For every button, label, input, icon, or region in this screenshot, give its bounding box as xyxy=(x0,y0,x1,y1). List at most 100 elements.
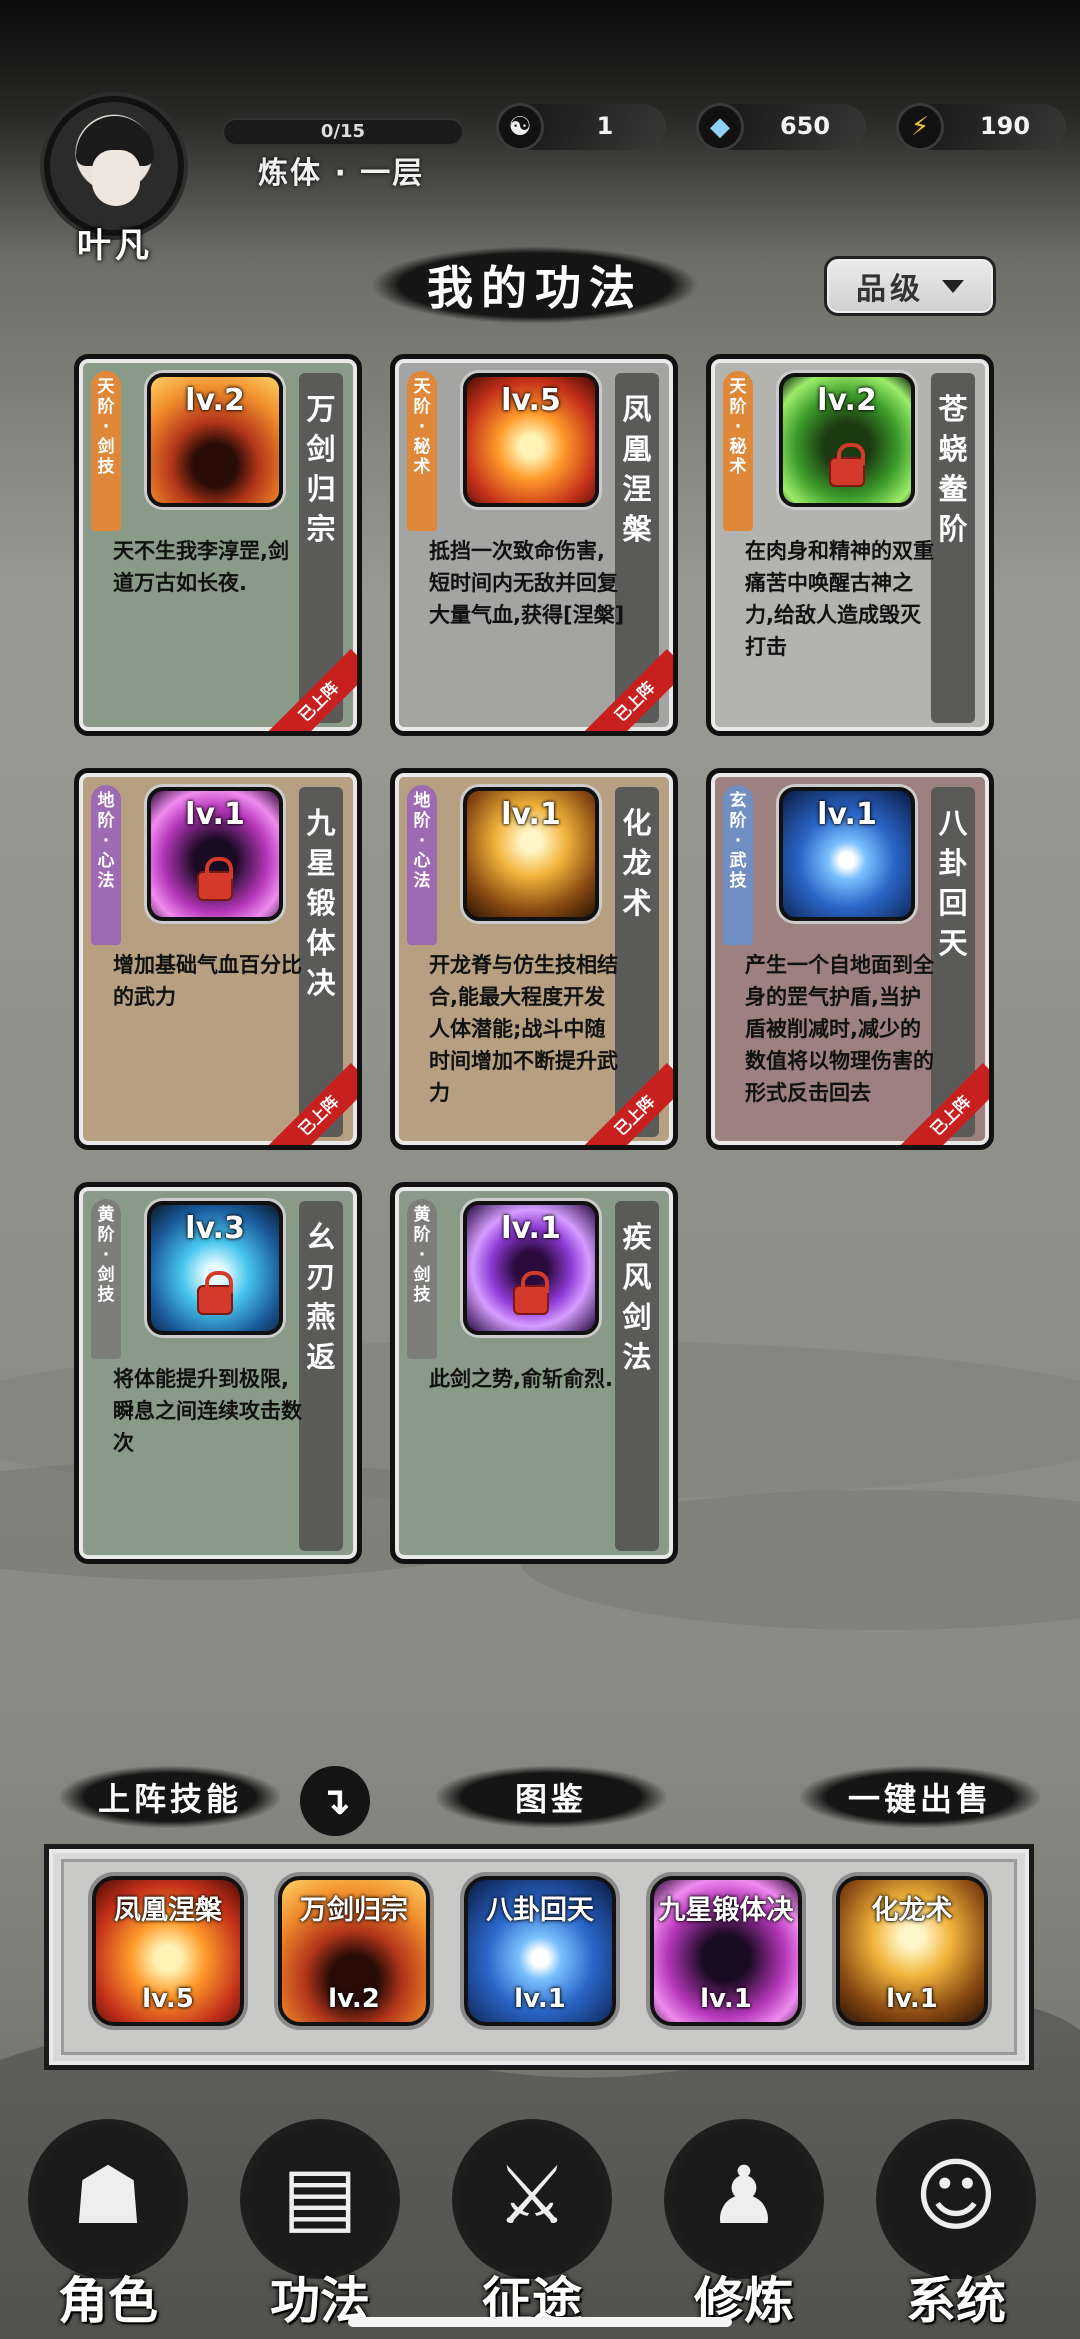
skill-name-char: 返 xyxy=(306,1340,336,1374)
grade-filter-label: 品级 xyxy=(856,272,924,307)
equipped-skill-slot[interactable]: 凤凰涅槃 lv.5 xyxy=(92,1876,244,2026)
skill-grade-char: 玄 xyxy=(729,791,747,811)
avatar-face xyxy=(92,150,140,206)
slot-skill-level: lv.1 xyxy=(886,1984,938,2014)
cultivation-realm: 炼体 · 一层 xyxy=(258,156,425,191)
skill-art: lv.3 xyxy=(147,1201,283,1335)
resource-value: 650 xyxy=(779,112,831,140)
skill-name-char: 万 xyxy=(306,392,336,426)
skill-art: lv.2 xyxy=(779,373,915,507)
skill-grade-char: 剑 xyxy=(97,1265,115,1285)
skill-grade-char: 秘 xyxy=(413,437,431,457)
skill-grade-char: · xyxy=(418,1245,426,1265)
bear-mascot-icon: ☺ xyxy=(914,2149,998,2242)
skill-card[interactable]: 天阶 · 秘术 lv.5 凤凰涅槃抵挡一次致命伤害,短时间内无敌并回复大量气血,获得[涅… xyxy=(390,354,678,736)
grade-filter-dropdown[interactable]: 品级 xyxy=(824,256,996,316)
bottom-navigation: ☗ 角色 ▤ 功法 ⚔ 征途 ♟ 修炼 ☺ 系统 xyxy=(0,2039,1080,2339)
skill-card[interactable]: 黄阶 · 剑技 lv.3 幺刃燕返将体能提升到极限,瞬息之间连续攻击数次 xyxy=(74,1182,362,1564)
nav-item-2[interactable]: ▤ 功法 xyxy=(220,2039,420,2339)
skill-name-char: 宗 xyxy=(306,512,336,546)
skill-card[interactable]: 黄阶 · 剑技 lv.1 疾风剑法此剑之势,俞斩俞烈. xyxy=(390,1182,678,1564)
skill-grade-char: 技 xyxy=(729,871,747,891)
lock-icon xyxy=(513,1271,549,1315)
skill-grade-tag: 天阶 · 秘术 xyxy=(723,371,753,531)
collapse-arrow-button[interactable]: ↴ xyxy=(300,1766,370,1836)
slot-skill-name: 化龙术 xyxy=(871,1895,953,1926)
equipped-skill-slot[interactable]: 化龙术 lv.1 xyxy=(836,1876,988,2026)
skill-grade-char: 黄 xyxy=(413,1205,431,1225)
skill-name-char: 锻 xyxy=(306,886,336,920)
resource-yin-yang[interactable]: ☯ 1 xyxy=(496,103,666,151)
skill-grade-char: 术 xyxy=(729,457,747,477)
skill-grade-char: 剑 xyxy=(413,1265,431,1285)
skill-card[interactable]: 天阶 · 秘术 lv.2 苍蛲鲞阶在肉身和精神的双重痛苦中唤醒古神之力,给敌人造成毁灭打… xyxy=(706,354,994,736)
skill-name-char: 八 xyxy=(938,806,968,840)
resource-value: 190 xyxy=(979,112,1031,140)
scroll-book-icon: ▤ xyxy=(282,2149,358,2242)
skill-grade-char: 剑 xyxy=(97,437,115,457)
resource-value: 1 xyxy=(596,112,614,140)
skill-name-char: 鲞 xyxy=(938,472,968,506)
nav-item-4[interactable]: ♟ 修炼 xyxy=(644,2039,844,2339)
sell-all-button[interactable]: 一键出售 xyxy=(800,1766,1040,1828)
skill-card[interactable]: 地阶 · 心法 lv.1 九星锻体决增加基础气血百分比的武力 已上阵 xyxy=(74,768,362,1150)
hooded-figure-icon: ☗ xyxy=(72,2149,144,2242)
slot-skill-name: 万剑归宗 xyxy=(300,1895,408,1926)
skill-grade-char: 法 xyxy=(413,871,431,891)
skill-name-char: 剑 xyxy=(622,1300,652,1334)
skill-grade-char: 天 xyxy=(97,377,115,397)
skill-name-char: 星 xyxy=(306,846,336,880)
skill-name-char: 归 xyxy=(306,472,336,506)
lock-icon xyxy=(197,1271,233,1315)
resource-crystal[interactable]: ◆ 650 xyxy=(696,103,866,151)
slot-skill-name: 九星锻体决 xyxy=(658,1895,794,1926)
skill-grade-char: 技 xyxy=(97,1285,115,1305)
skill-grade-tag: 地阶 · 心法 xyxy=(407,785,437,945)
skill-name-char: 风 xyxy=(622,1260,652,1294)
skill-grade-char: · xyxy=(102,417,110,437)
skill-name-char: 决 xyxy=(306,966,336,1000)
skill-art: lv.1 xyxy=(147,787,283,921)
skill-grade-char: · xyxy=(102,831,110,851)
skill-name-char: 凰 xyxy=(622,432,652,466)
skill-grade-char: 术 xyxy=(413,457,431,477)
skill-name-char: 剑 xyxy=(306,432,336,466)
skill-grade-char: 地 xyxy=(97,791,115,811)
skill-description: 开龙脊与仿生技相结合,能最大程度开发人体潜能;战斗中随时间增加不断提升武力 xyxy=(429,953,618,1105)
skill-name-char: 术 xyxy=(622,886,652,920)
skill-level: lv.3 xyxy=(185,1211,245,1246)
skill-name-char: 苍 xyxy=(938,392,968,426)
skill-grade-tag: 玄阶 · 武技 xyxy=(723,785,753,945)
equipped-skill-slot[interactable]: 八卦回天 lv.1 xyxy=(464,1876,616,2026)
skill-card[interactable]: 天阶 · 剑技 lv.2 万剑归宗天不生我李淳罡,剑道万古如长夜. 已上阵 xyxy=(74,354,362,736)
skill-description: 天不生我李淳罡,剑道万古如长夜. xyxy=(113,539,289,595)
skill-grade-char: 心 xyxy=(97,851,115,871)
skill-name-char: 幺 xyxy=(306,1220,336,1254)
home-indicator[interactable] xyxy=(348,2317,732,2327)
slot-skill-level: lv.1 xyxy=(514,1984,566,2014)
skill-grade-tag: 黄阶 · 剑技 xyxy=(407,1199,437,1359)
skill-grade-char: 阶 xyxy=(413,397,431,417)
skill-description: 在肉身和精神的双重痛苦中唤醒古神之力,给敌人造成毁灭打击 xyxy=(745,539,934,659)
skill-grade-char: 阶 xyxy=(97,1225,115,1245)
nav-label: 角色 xyxy=(58,2271,158,2330)
skill-card[interactable]: 玄阶 · 武技 lv.1 八卦回天产生一个自地面到全身的罡气护盾,当护盾被削减时,减少的… xyxy=(706,768,994,1150)
nav-item-1[interactable]: ☗ 角色 xyxy=(8,2039,208,2339)
skill-description: 此剑之势,俞斩俞烈. xyxy=(429,1367,613,1391)
player-avatar[interactable] xyxy=(44,96,184,236)
equipped-skill-slot[interactable]: 万剑归宗 lv.2 xyxy=(278,1876,430,2026)
skill-grade-tag: 天阶 · 秘术 xyxy=(407,371,437,531)
codex-button[interactable]: 图鉴 xyxy=(436,1766,666,1828)
nav-item-3[interactable]: ⚔ 征途 xyxy=(432,2039,632,2339)
skill-art: lv.1 xyxy=(463,787,599,921)
nav-item-5[interactable]: ☺ 系统 xyxy=(856,2039,1056,2339)
skill-description: 产生一个自地面到全身的罡气护盾,当护盾被削减时,减少的数值将以物理伤害的形式反击… xyxy=(745,953,934,1105)
resource-energy[interactable]: ⚡ 190 xyxy=(896,103,1066,151)
skill-name-char: 涅 xyxy=(622,472,652,506)
skill-art: lv.2 xyxy=(147,373,283,507)
skill-grade-char: 技 xyxy=(413,1285,431,1305)
skill-grade-char: 阶 xyxy=(729,811,747,831)
skill-grade-char: 阶 xyxy=(413,1225,431,1245)
skill-card[interactable]: 地阶 · 心法 lv.1 化龙术开龙脊与仿生技相结合,能最大程度开发人体潜能;战斗中随时… xyxy=(390,768,678,1150)
equipped-skill-slot[interactable]: 九星锻体决 lv.1 xyxy=(650,1876,802,2026)
